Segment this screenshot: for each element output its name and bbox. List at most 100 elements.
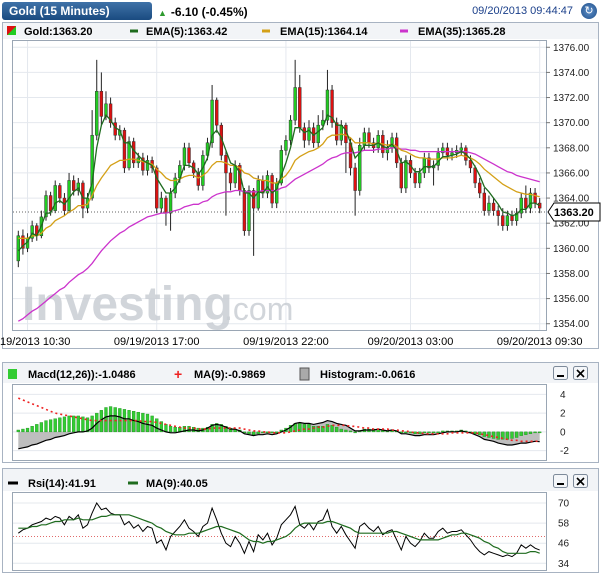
price-x-tick-label: 09/20/2013 09:30 bbox=[497, 336, 583, 348]
candle-body bbox=[284, 140, 288, 151]
rsi-y-tick-label: 46 bbox=[558, 539, 570, 550]
histogram-bar bbox=[339, 428, 343, 433]
histogram-bar bbox=[302, 424, 307, 433]
histogram-bar bbox=[173, 426, 177, 433]
candle-body bbox=[491, 202, 496, 211]
candle-body bbox=[339, 124, 343, 141]
price-y-tick-label: 1354.00 bbox=[553, 319, 590, 330]
candle-body bbox=[510, 215, 514, 221]
histogram-bar bbox=[168, 426, 173, 433]
macd-close-button[interactable] bbox=[573, 366, 588, 380]
candle-body bbox=[524, 197, 528, 209]
histogram-bar bbox=[145, 413, 150, 433]
candle-body bbox=[367, 132, 371, 144]
candle-body bbox=[182, 147, 187, 166]
histogram-bar bbox=[505, 431, 510, 440]
histogram-bar bbox=[104, 407, 108, 433]
ema5-legend: EMA(5):1363.42 bbox=[146, 26, 227, 38]
histogram-legend-swatch bbox=[299, 367, 310, 381]
candle-body bbox=[533, 192, 537, 204]
candle-body bbox=[256, 180, 260, 209]
histogram-bar bbox=[113, 407, 117, 433]
histogram-bar bbox=[251, 431, 256, 435]
candle-body bbox=[99, 91, 104, 117]
histogram-bar bbox=[53, 418, 57, 433]
histogram-bar bbox=[330, 425, 334, 433]
candle-body bbox=[482, 192, 487, 211]
candle-body bbox=[496, 210, 500, 216]
histogram-bar bbox=[132, 411, 136, 433]
histogram-bar bbox=[16, 429, 20, 433]
candle-body bbox=[164, 197, 168, 214]
rsi-ma-legend: MA(9):40.05 bbox=[146, 478, 208, 490]
macd-ma-legend: MA(9):-0.9869 bbox=[194, 369, 266, 381]
rsi-y-tick-label: 58 bbox=[558, 519, 570, 530]
candle-body bbox=[288, 119, 293, 141]
histogram-bar bbox=[528, 431, 533, 434]
candle-body bbox=[302, 127, 307, 141]
candle-body bbox=[353, 167, 357, 191]
histogram-bar bbox=[473, 431, 477, 434]
candle-body bbox=[293, 87, 297, 121]
price-y-tick-label: 1372.00 bbox=[553, 93, 590, 104]
watermark-suffix: .com bbox=[224, 291, 293, 327]
histogram-bar bbox=[491, 431, 496, 439]
histogram-bar bbox=[478, 431, 482, 435]
histogram-bar bbox=[275, 431, 279, 434]
candle-body bbox=[270, 175, 274, 204]
histogram-bar bbox=[108, 406, 113, 433]
gold-legend-swatch bbox=[7, 26, 16, 35]
macd-y-tick-label: -2 bbox=[560, 446, 569, 457]
price-x-tick-label: 09/19/2013 17:00 bbox=[114, 336, 200, 348]
candle-body bbox=[298, 87, 302, 128]
histogram-bar bbox=[67, 415, 71, 433]
macd-legend-swatch bbox=[8, 369, 17, 379]
histogram-bar bbox=[187, 426, 191, 433]
candle-body bbox=[404, 160, 408, 189]
rsi-y-tick-label: 70 bbox=[558, 499, 570, 510]
histogram-bar bbox=[311, 426, 316, 433]
candle-body bbox=[505, 215, 510, 226]
histogram-bar bbox=[408, 431, 413, 434]
last-price-label: 1363.20 bbox=[554, 207, 594, 219]
price-x-tick-label: 09/20/2013 03:00 bbox=[368, 336, 454, 348]
histogram-bar bbox=[514, 431, 519, 438]
macd-legend: Macd(12,26)):-1.0486 bbox=[28, 369, 136, 381]
histogram-bar bbox=[58, 417, 62, 433]
candle-body bbox=[528, 192, 533, 209]
candle-body bbox=[187, 147, 191, 164]
histogram-bar bbox=[441, 430, 445, 433]
rsi-legend: Rsi(14):41.91 bbox=[28, 478, 96, 490]
macd-minimize-button[interactable] bbox=[553, 366, 568, 380]
candle-body bbox=[53, 185, 57, 211]
candle-body bbox=[473, 167, 477, 184]
last-price-tag: 1363.20 bbox=[547, 202, 601, 222]
rsi-close-button[interactable] bbox=[573, 474, 588, 488]
price-y-tick-label: 1356.00 bbox=[553, 294, 590, 305]
histogram-bar bbox=[422, 431, 426, 434]
histogram-bar bbox=[482, 431, 486, 437]
histogram-bar bbox=[25, 427, 30, 433]
candle-body bbox=[316, 124, 320, 144]
histogram-bar bbox=[48, 419, 53, 433]
histogram-bar bbox=[335, 426, 339, 433]
candle-body bbox=[122, 129, 127, 169]
rsi-minimize-button[interactable] bbox=[553, 474, 568, 488]
candle-body bbox=[16, 235, 20, 262]
candle-body bbox=[90, 134, 94, 199]
histogram-bar bbox=[431, 431, 436, 434]
chart-canvas: Investing .com 1376.00 1374.00 1372.00 1370… bbox=[0, 22, 601, 573]
candle-body bbox=[422, 157, 427, 174]
candle-body bbox=[242, 190, 247, 231]
ema35-legend: EMA(35):1365.28 bbox=[418, 26, 505, 38]
candle-body bbox=[459, 147, 463, 151]
macd-legend: Macd(12,26)):-1.0486 + MA(9):-0.9869 His… bbox=[8, 366, 415, 382]
candle-body bbox=[215, 99, 219, 126]
candle-body bbox=[376, 134, 380, 149]
macd-y-tick-label: 4 bbox=[560, 390, 566, 401]
histogram-bar bbox=[62, 416, 67, 433]
candle-body bbox=[48, 195, 53, 211]
candle-body bbox=[478, 182, 482, 194]
histogram-bar bbox=[344, 429, 348, 433]
macd-y-tick-label: 0 bbox=[560, 427, 566, 438]
